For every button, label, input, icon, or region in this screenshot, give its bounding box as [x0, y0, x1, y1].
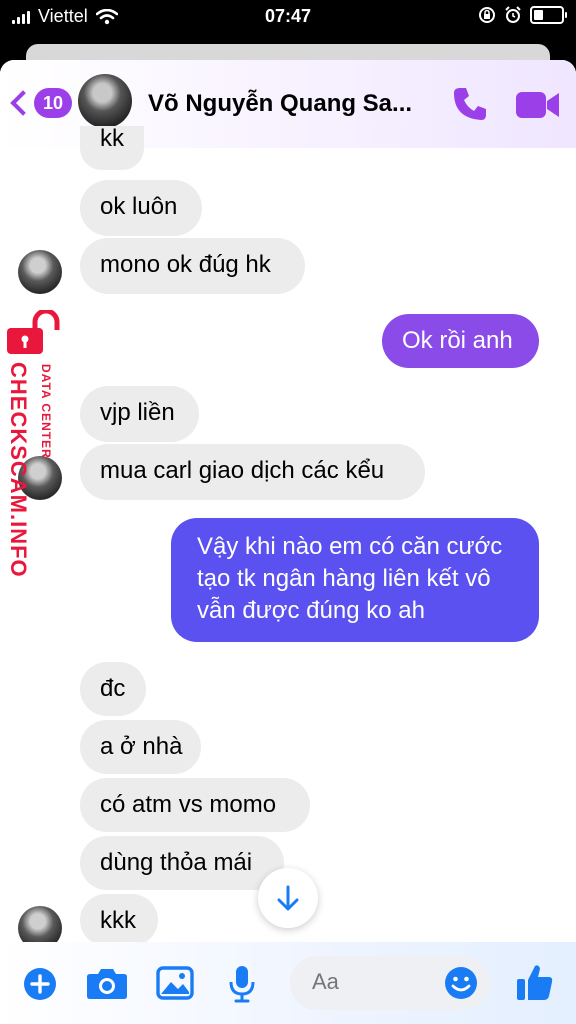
message-incoming[interactable]: ok luôn [80, 180, 202, 236]
back-button[interactable]: 10 [10, 88, 72, 118]
message-incoming[interactable]: mua carl giao dịch các kểu [80, 444, 425, 500]
composer-bar [0, 942, 576, 1024]
message-outgoing-multiline[interactable]: Vậy khi nào em có căn cước tạo tk ngân h… [171, 518, 539, 642]
message-input[interactable] [312, 969, 432, 995]
message-incoming[interactable]: có atm vs momo [80, 778, 310, 832]
contact-avatar[interactable] [78, 74, 132, 128]
watermark-main-text: CHECKSCAM.INFO [6, 362, 31, 578]
chevron-left-icon [10, 90, 36, 116]
arrow-down-icon [277, 885, 299, 911]
chat-screen: 10 Võ Nguyễn Quang Sa... kk ok luôn mono… [0, 60, 576, 1024]
message-composer[interactable] [290, 956, 490, 1010]
rotation-lock-icon [479, 7, 495, 23]
battery-icon [530, 6, 567, 24]
microphone-icon[interactable] [228, 964, 256, 1004]
contact-name[interactable]: Võ Nguyễn Quang Sa... [148, 90, 412, 118]
message-line: tạo tk ngân hàng liên kết vô [197, 565, 491, 592]
message-line: Vậy khi nào em có căn cước [197, 533, 503, 560]
message-incoming[interactable]: kk [80, 126, 144, 170]
message-incoming[interactable]: kkk [80, 894, 158, 946]
message-incoming[interactable]: a ở nhà [80, 720, 201, 774]
message-incoming[interactable]: vjp liền [80, 386, 199, 442]
sender-avatar[interactable] [18, 250, 62, 294]
video-camera-icon[interactable] [516, 90, 560, 120]
message-outgoing[interactable]: Ok rồi anh [382, 314, 539, 368]
scroll-to-bottom-button[interactable] [258, 868, 318, 928]
lock-icon [7, 310, 60, 354]
plus-icon[interactable] [22, 966, 58, 1002]
watermark-sub-text: DATA CENTER [39, 364, 53, 459]
unread-count-badge: 10 [34, 88, 72, 118]
watermark: CHECKSCAM.INFO DATA CENTER [3, 310, 63, 600]
message-incoming[interactable]: dùng thỏa mái [80, 836, 284, 890]
status-right [478, 6, 567, 24]
emoji-icon[interactable] [444, 966, 478, 1000]
message-line: vẫn được đúng ko ah [197, 597, 425, 624]
image-icon[interactable] [156, 966, 194, 1000]
alarm-icon [505, 6, 521, 23]
thumbs-up-icon[interactable] [516, 962, 554, 1002]
status-bar: Viettel 07:47 [0, 0, 576, 36]
message-incoming[interactable]: mono ok đúg hk [80, 238, 305, 294]
phone-icon[interactable] [450, 84, 490, 124]
message-incoming[interactable]: đc [80, 662, 146, 716]
camera-icon[interactable] [86, 966, 128, 1000]
